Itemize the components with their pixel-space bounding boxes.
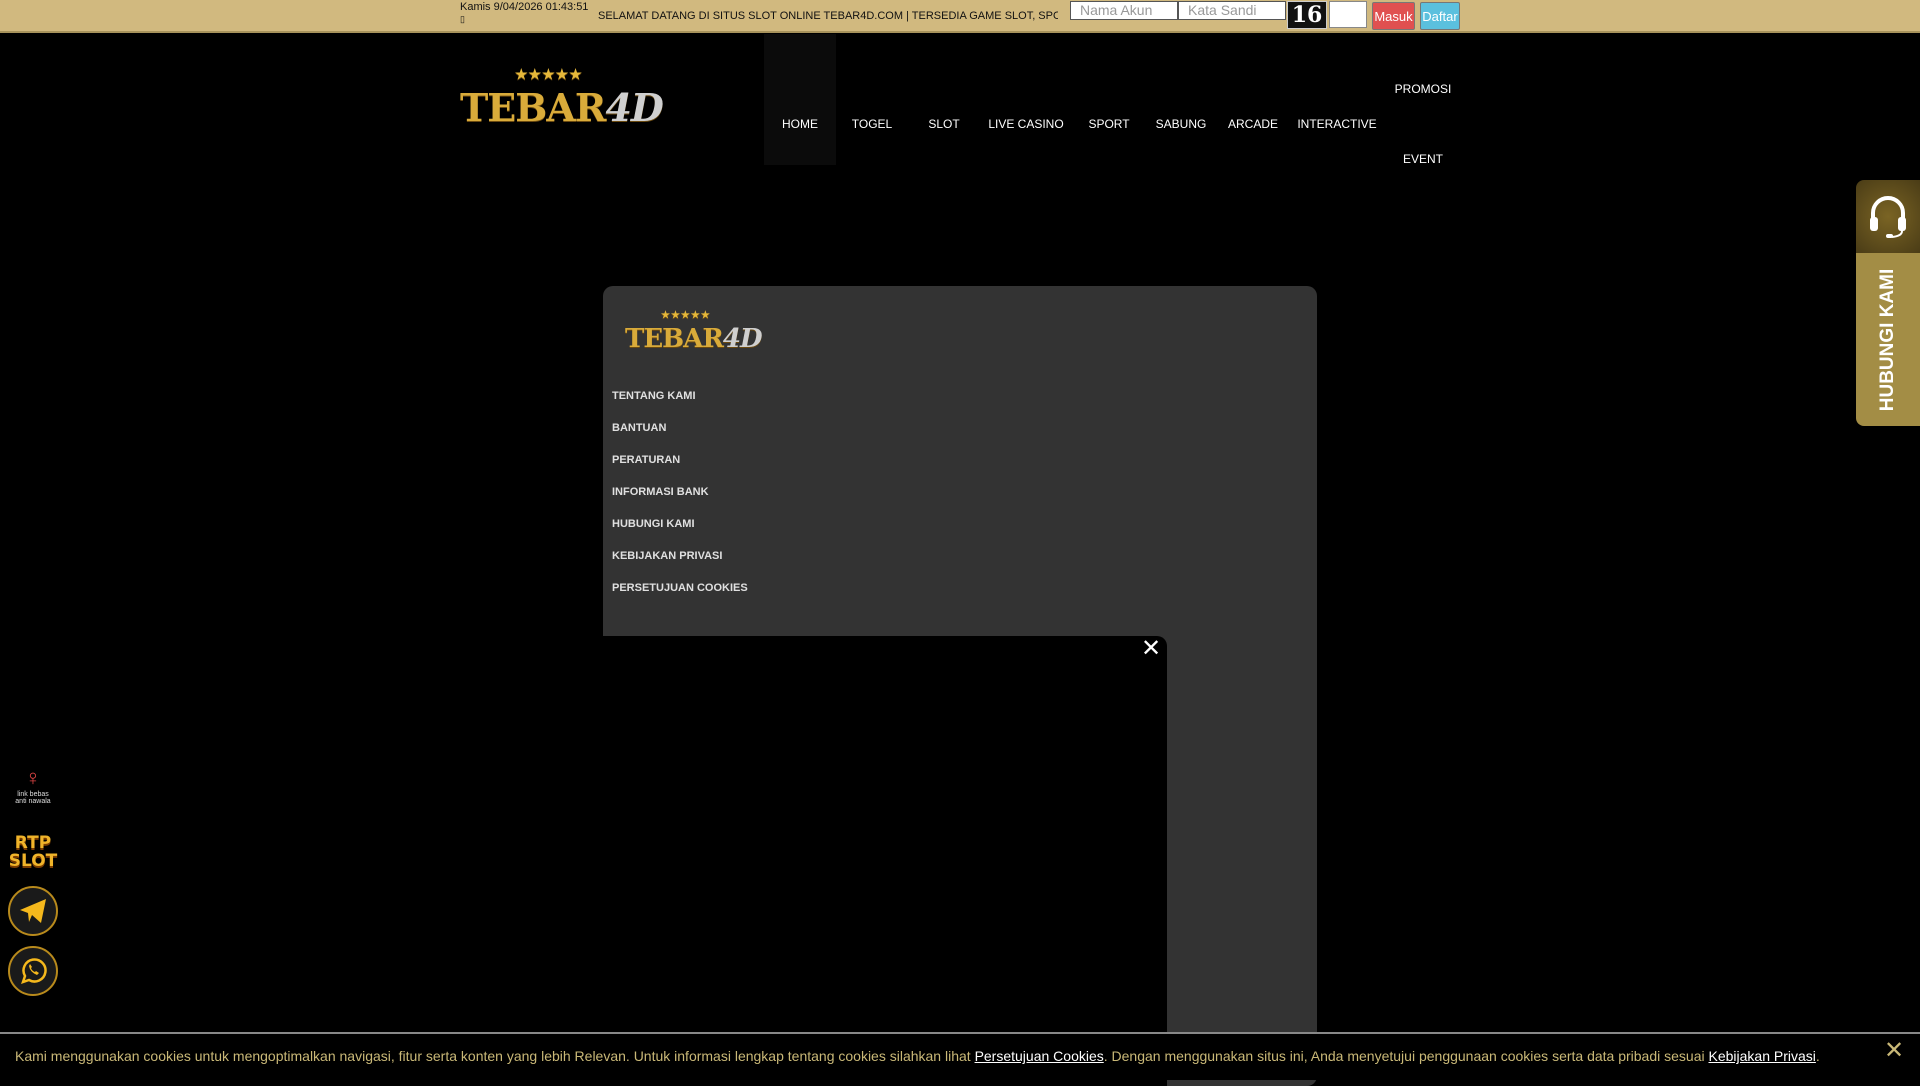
username-input[interactable]: Nama Akun [1070,1,1178,20]
slot-text: SLOT [8,851,58,871]
whatsapp-button[interactable] [8,946,58,996]
logo-text: TEBAR4D [460,85,664,130]
captcha-image: 16 [1287,1,1327,29]
nav-sabung[interactable]: SABUNG [1156,117,1207,131]
cookie-text: Kami menggunakan cookies untuk mengoptim… [15,1048,1820,1064]
nav-live-casino[interactable]: LIVE CASINO [988,117,1063,131]
telegram-icon [20,899,46,923]
logo-word: TEBAR [625,324,724,354]
login-button[interactable]: Masuk [1372,2,1415,30]
site-logo[interactable]: ★★★★★ TEBAR4D [460,67,664,135]
cookie-consent-link[interactable]: Persetujuan Cookies [975,1048,1104,1064]
home-active-bg [764,34,836,165]
cookie-text-2: . Dengan menggunakan situs ini, Anda men… [1103,1048,1709,1064]
nav-sport[interactable]: SPORT [1088,117,1129,131]
link-bebas-nawala-banner[interactable]: ♀ link bebas anti nawala [8,765,58,818]
logo-accent: 4D [722,324,763,354]
logo-stars: ★★★★★ [661,310,711,321]
popup-content [603,636,1167,1086]
whatsapp-icon [21,958,47,984]
panel-logo: ★★★★★ TEBAR4D [625,310,763,361]
logo-stars: ★★★★★ [515,67,583,83]
logo-word: TEBAR [460,85,606,130]
telegram-button[interactable] [8,886,58,936]
menu-kebijakan-privasi[interactable]: KEBIJAKAN PRIVASI [612,550,722,562]
datetime: Kamis 9/04/2026 01:43:51 [460,1,589,13]
menu-hubungi-kami[interactable]: HUBUNGI KAMI [612,518,695,530]
menu-bantuan[interactable]: BANTUAN [612,422,666,434]
menu-informasi-bank[interactable]: INFORMASI BANK [612,486,709,498]
nav-arcade[interactable]: ARCADE [1228,117,1278,131]
contact-label: HUBUNGI KAMI [1877,268,1898,411]
rtp-text: RTP [14,833,52,853]
register-button[interactable]: Daftar [1420,2,1460,30]
cookie-close-icon[interactable]: ✕ [1884,1036,1904,1065]
link-top-text: link bebas [17,791,49,798]
girl-icon: ♀ [24,765,42,790]
menu-persetujuan-cookies[interactable]: PERSETUJUAN COOKIES [612,582,748,594]
contact-widget[interactable]: HUBUNGI KAMI [1856,180,1920,426]
nav-slot[interactable]: SLOT [928,117,959,131]
nav-event[interactable]: EVENT [1403,152,1443,166]
menu-tentang-kami[interactable]: TENTANG KAMI [612,390,696,402]
nav-promosi[interactable]: PROMOSI [1395,82,1452,96]
announcement-marquee: SELAMAT DATANG DI SITUS SLOT ONLINE TEBA… [598,10,1058,22]
menu-peraturan[interactable]: PERATURAN [612,454,680,466]
clock-icon: ▯ [460,14,465,24]
logo-accent: 4D [605,85,663,130]
cookie-banner: Kami menggunakan cookies untuk mengoptim… [0,1032,1920,1080]
captcha-input[interactable] [1329,1,1367,28]
headset-icon [1856,180,1920,253]
privacy-policy-link[interactable]: Kebijakan Privasi [1709,1048,1816,1064]
password-input[interactable]: Kata Sandi [1178,1,1286,20]
nav-interactive[interactable]: INTERACTIVE [1297,117,1376,131]
nav-home[interactable]: HOME [782,117,818,131]
nav-togel[interactable]: TOGEL [852,117,892,131]
popup-close-icon[interactable]: ✕ [1141,634,1161,663]
rtp-slot-button[interactable]: RTP SLOT [8,834,58,870]
top-bar: Kamis 9/04/2026 01:43:51 ▯ SELAMAT DATAN… [0,0,1920,33]
cookie-text-3: . [1815,1048,1820,1064]
cookie-text-1: Kami menggunakan cookies untuk mengoptim… [15,1048,975,1064]
logo-text: TEBAR4D [625,324,763,354]
link-bottom-text: anti nawala [15,798,51,805]
